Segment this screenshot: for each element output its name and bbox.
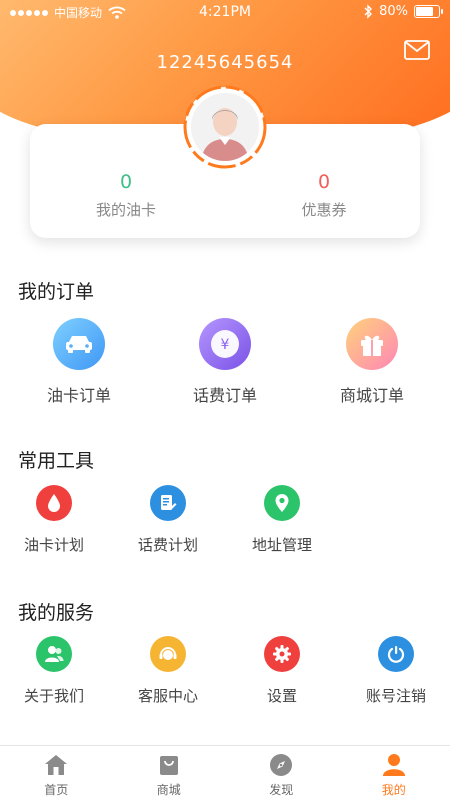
person-icon xyxy=(381,752,407,778)
tool-item-phone-plan[interactable]: 话费计划 xyxy=(108,485,228,555)
order-item-phone-bill[interactable]: ¥ 话费订单 xyxy=(155,318,295,406)
mail-icon[interactable] xyxy=(404,40,430,60)
home-icon xyxy=(43,752,69,778)
battery-percent: 80% xyxy=(379,4,408,19)
service-item-customer-service[interactable]: 客服中心 xyxy=(108,636,228,706)
tool-item-address[interactable]: 地址管理 xyxy=(222,485,342,555)
location-pin-icon xyxy=(264,485,300,521)
coupon-label: 优惠券 xyxy=(301,201,347,219)
yen-coin-icon: ¥ xyxy=(199,318,251,370)
service-item-label: 账号注销 xyxy=(365,687,426,705)
order-item-label: 油卡订单 xyxy=(46,386,111,405)
tool-item-label: 地址管理 xyxy=(251,536,312,554)
gift-icon xyxy=(346,318,398,370)
service-item-label: 设置 xyxy=(266,687,297,705)
tool-item-label: 话费计划 xyxy=(137,536,198,554)
tab-mall[interactable]: 商城 xyxy=(113,746,226,800)
user-phone-number: 12245645654 xyxy=(156,52,294,73)
service-item-settings[interactable]: 设置 xyxy=(222,636,342,706)
shopping-bag-icon xyxy=(156,752,182,778)
service-item-label: 客服中心 xyxy=(137,687,198,705)
tab-label: 首页 xyxy=(44,783,69,797)
tool-item-label: 油卡计划 xyxy=(23,536,84,554)
coupon-count: 0 xyxy=(317,171,331,193)
service-item-delete-account[interactable]: 账号注销 xyxy=(336,636,450,706)
tab-mine[interactable]: 我的 xyxy=(338,746,450,800)
coupon-stat[interactable]: 0 优惠券 xyxy=(264,170,384,220)
tool-item-oil-plan[interactable]: 油卡计划 xyxy=(0,485,114,555)
order-item-label: 话费订单 xyxy=(192,386,257,405)
compass-icon xyxy=(268,752,294,778)
service-item-label: 关于我们 xyxy=(23,687,84,705)
bottom-tab-bar: 首页 商城 发现 我的 xyxy=(0,745,450,800)
tab-label: 发现 xyxy=(269,783,294,797)
order-item-label: 商城订单 xyxy=(339,386,404,405)
tab-home[interactable]: 首页 xyxy=(0,746,113,800)
tab-label: 我的 xyxy=(381,783,406,797)
avatar-image xyxy=(191,93,259,161)
battery-icon xyxy=(414,5,443,18)
order-item-mall[interactable]: 商城订单 xyxy=(302,318,442,406)
power-icon xyxy=(378,636,414,672)
gear-icon xyxy=(264,636,300,672)
tab-discover[interactable]: 发现 xyxy=(225,746,338,800)
orders-section-title: 我的订单 xyxy=(18,281,95,303)
oil-card-count: 0 xyxy=(119,171,133,193)
document-edit-icon xyxy=(150,485,186,521)
tools-section-title: 常用工具 xyxy=(18,450,95,472)
people-icon xyxy=(36,636,72,672)
services-section-title: 我的服务 xyxy=(18,602,95,624)
car-icon xyxy=(53,318,105,370)
bluetooth-icon xyxy=(364,4,373,19)
service-item-about-us[interactable]: 关于我们 xyxy=(0,636,114,706)
status-bar: 中国移动 4:21PM 80% xyxy=(0,0,450,24)
oil-card-label: 我的油卡 xyxy=(95,201,156,219)
tab-label: 商城 xyxy=(156,783,181,797)
svg-text:¥: ¥ xyxy=(221,337,230,353)
avatar[interactable] xyxy=(182,84,268,170)
oil-drop-icon xyxy=(36,485,72,521)
oil-card-stat[interactable]: 0 我的油卡 xyxy=(66,170,186,220)
headset-icon xyxy=(150,636,186,672)
order-item-oil-card[interactable]: 油卡订单 xyxy=(9,318,149,406)
